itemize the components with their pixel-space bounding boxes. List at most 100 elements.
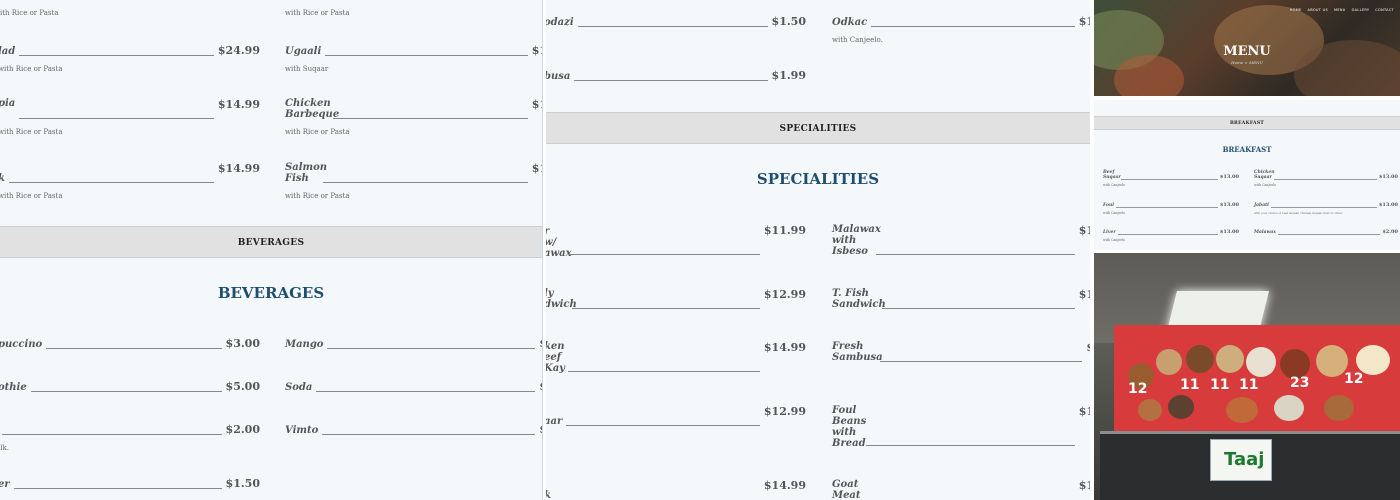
leader-line [2, 434, 222, 435]
menu-item: r w/ awax $11.99 [546, 224, 806, 259]
item-name: ly dwich [546, 288, 577, 310]
item-name: odazi [546, 17, 574, 28]
section-band[interactable]: SPECIALITIES [546, 112, 1090, 144]
item-name: Soda [285, 382, 313, 393]
food-image [1226, 397, 1258, 423]
leader-line [568, 254, 760, 255]
food-image [1186, 345, 1214, 373]
menu-item: puccino $3.00 [0, 337, 260, 350]
item-price: $1.99 [771, 69, 806, 82]
menu-page-thumbnail: HOME ABOUT US MENU GALLERY CONTACT MENU … [1094, 0, 1400, 500]
item-price: $1.50 [771, 15, 806, 28]
item-price: $1 [1078, 479, 1090, 492]
menu-item: k $14.99 with Rice or Pasta [0, 162, 260, 200]
menu-item: aar $12.99 [546, 405, 806, 427]
menu-item: Liver $13.00 with Canjeelo [1103, 229, 1239, 242]
menu-panel-specialities: odazi $1.50 Odkac $1 with Canjeelo. busa $1… [546, 0, 1090, 500]
leader-line [13, 488, 222, 489]
item-price: $1 [1078, 288, 1090, 301]
item-name: Chicken Suqaar [1254, 170, 1275, 180]
leader-line [1270, 206, 1377, 208]
item-name: Ugaali [285, 46, 322, 57]
food-image [1216, 345, 1244, 373]
item-name: k [0, 173, 5, 184]
food-image [1156, 349, 1182, 375]
item-price: $13.00 [1219, 202, 1239, 208]
hero-title: MENU [1223, 44, 1271, 59]
leader-line [882, 308, 1075, 309]
section-band[interactable]: BREAKFAST [1094, 116, 1400, 130]
item-name: Foul Beans with Bread [832, 405, 867, 449]
leader-line [1115, 206, 1218, 208]
menu-item: with Rice or Pasta [0, 0, 224, 17]
nav-contact-link[interactable]: CONTACT [1375, 8, 1394, 12]
leader-line [30, 391, 222, 392]
item-name: Beef Suqaar [1103, 170, 1121, 180]
menu-item: pia $14.99 with Rice or Pasta [0, 98, 260, 136]
item-description: with Canjeelo [1254, 183, 1277, 187]
store-sign-text: Taaj [1224, 449, 1265, 470]
item-name: er [0, 479, 10, 490]
item-name: busa [546, 71, 571, 82]
menu-item: Ugaali $1 with Suqaar [285, 44, 542, 73]
item-name: Mango [285, 339, 324, 350]
nav-menu-link[interactable]: MENU [1334, 8, 1346, 12]
menu-number: 12 [1344, 371, 1364, 387]
item-price: $ [539, 337, 542, 350]
menu-item: Jabati $13.00 with your choice of beef su… [1254, 202, 1398, 215]
item-price: $11.99 [763, 224, 806, 237]
item-name: Vimto [285, 425, 319, 436]
item-price: $1.50 [225, 477, 260, 490]
menu-item: k $14.99 [546, 479, 806, 500]
leader-line [1121, 178, 1218, 180]
item-description: with Suqaar [285, 65, 329, 73]
item-name: ken eef Kay [546, 341, 565, 374]
item-name: othie [0, 382, 27, 393]
nav-gallery-link[interactable]: GALLERY [1352, 8, 1370, 12]
nav-about-link[interactable]: ABOUT US [1308, 8, 1328, 12]
menu-item: Goat Meat $1 [832, 479, 1090, 500]
menu-item: Vimto $ [285, 423, 542, 436]
item-name: T. Fish Sandwich [832, 288, 886, 310]
section-band[interactable]: BEVERAGES [0, 226, 542, 258]
menu-number: 11 [1210, 377, 1230, 393]
item-name: lad [0, 46, 16, 57]
item-name: Liver [1103, 230, 1116, 235]
item-name: Odkac [832, 17, 868, 28]
item-description: with Rice or Pasta [285, 128, 350, 136]
item-description: with Canjeelo [1103, 238, 1126, 242]
item-price: $1 [1078, 405, 1090, 418]
section-title: BREAKFAST [1222, 145, 1272, 154]
item-description: with Canjeelo [1103, 211, 1126, 215]
item-price: $14.99 [217, 98, 260, 111]
leader-line [8, 182, 214, 183]
item-price: $1 [1078, 224, 1090, 237]
leader-line [333, 118, 528, 119]
leader-line [322, 434, 536, 435]
leader-line [325, 55, 528, 56]
leader-line [876, 254, 1075, 255]
item-name: Malawax with Isbeso [832, 224, 881, 257]
menu-item: Malawax with Isbeso $1 [832, 224, 1090, 257]
menu-item: Chicken Barbeque $1 with Rice or Pasta [285, 98, 542, 136]
menu-item: ly dwich $12.99 [546, 288, 806, 310]
item-price: $2.00 [1382, 229, 1398, 235]
item-name: Chicken Barbeque [285, 98, 340, 120]
leader-line [574, 80, 768, 81]
leader-line [880, 361, 1083, 362]
item-price: $ [539, 423, 542, 436]
item-name: r w/ awax [546, 226, 572, 259]
item-price: $3.00 [225, 337, 260, 350]
item-price: $12.99 [763, 405, 806, 418]
restaurant-photo: 12 11 11 11 23 12 Taaj [1094, 253, 1400, 500]
item-price: $12.99 [763, 288, 806, 301]
menu-item: Salmon Fish $1 with Rice or Pasta [285, 162, 542, 200]
leader-line [327, 348, 536, 349]
item-price: $14.99 [763, 479, 806, 492]
menu-item: othie $5.00 [0, 380, 260, 393]
item-description: with Rice or Pasta [0, 192, 63, 200]
nav-home-link[interactable]: HOME [1290, 8, 1302, 12]
item-description: with Rice or Pasta [285, 9, 350, 17]
menu-item: Beef Suqaar $13.00 with Canjeelo [1103, 170, 1239, 187]
menu-item: Fresh Sambusa $ [832, 341, 1090, 363]
